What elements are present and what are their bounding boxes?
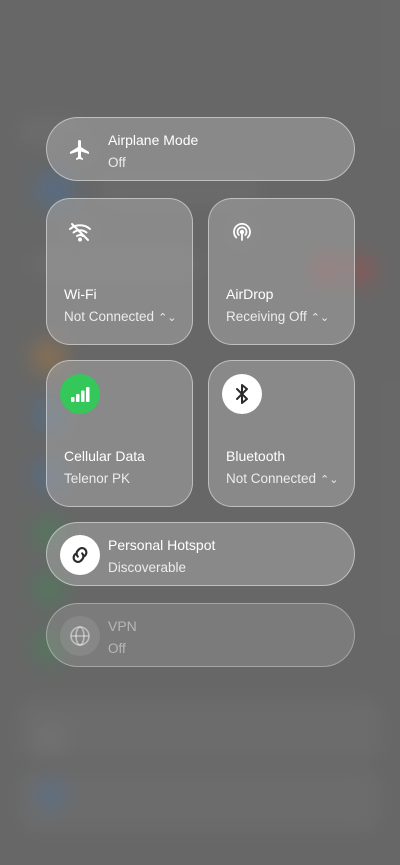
vpn-title: VPN bbox=[108, 618, 137, 634]
airdrop-status-text: Receiving Off bbox=[226, 309, 307, 324]
vpn-status: Off bbox=[108, 641, 126, 656]
vpn-globe-icon bbox=[60, 616, 100, 656]
vpn-toggle[interactable]: VPN Off bbox=[46, 603, 355, 667]
cellular-signal-icon bbox=[60, 374, 100, 414]
bluetooth-title: Bluetooth bbox=[226, 448, 286, 464]
chevron-up-down-icon: ⌃⌄ bbox=[158, 312, 177, 324]
wifi-status[interactable]: Not Connected ⌃⌄ bbox=[64, 309, 177, 324]
airplane-mode-toggle[interactable]: Airplane Mode Off bbox=[46, 117, 355, 181]
personal-hotspot-status: Discoverable bbox=[108, 560, 187, 575]
airdrop-status[interactable]: Receiving Off ⌃⌄ bbox=[226, 309, 329, 324]
wifi-toggle[interactable]: Wi-Fi Not Connected ⌃⌄ bbox=[46, 198, 193, 345]
bluetooth-icon bbox=[222, 374, 262, 414]
cellular-data-title: Cellular Data bbox=[64, 448, 145, 464]
wifi-off-icon bbox=[60, 212, 100, 252]
wifi-status-text: Not Connected bbox=[64, 309, 155, 324]
airplane-mode-title: Airplane Mode bbox=[108, 132, 199, 148]
airplane-icon bbox=[60, 130, 100, 170]
airdrop-toggle[interactable]: AirDrop Receiving Off ⌃⌄ bbox=[208, 198, 355, 345]
bluetooth-toggle[interactable]: Bluetooth Not Connected ⌃⌄ bbox=[208, 360, 355, 507]
airdrop-icon bbox=[222, 212, 262, 252]
hotspot-link-icon bbox=[60, 535, 100, 575]
personal-hotspot-title: Personal Hotspot bbox=[108, 537, 216, 553]
airplane-mode-status: Off bbox=[108, 155, 126, 170]
bluetooth-status-text: Not Connected bbox=[226, 471, 317, 486]
bluetooth-status[interactable]: Not Connected ⌃⌄ bbox=[226, 471, 339, 486]
chevron-up-down-icon: ⌃⌄ bbox=[320, 474, 339, 486]
airdrop-title: AirDrop bbox=[226, 286, 274, 302]
chevron-up-down-icon: ⌃⌄ bbox=[310, 312, 330, 324]
cellular-carrier: Telenor PK bbox=[64, 471, 131, 486]
personal-hotspot-toggle[interactable]: Personal Hotspot Discoverable bbox=[46, 522, 355, 586]
cellular-data-toggle[interactable]: Cellular Data Telenor PK bbox=[46, 360, 193, 507]
wifi-title: Wi-Fi bbox=[64, 286, 97, 302]
